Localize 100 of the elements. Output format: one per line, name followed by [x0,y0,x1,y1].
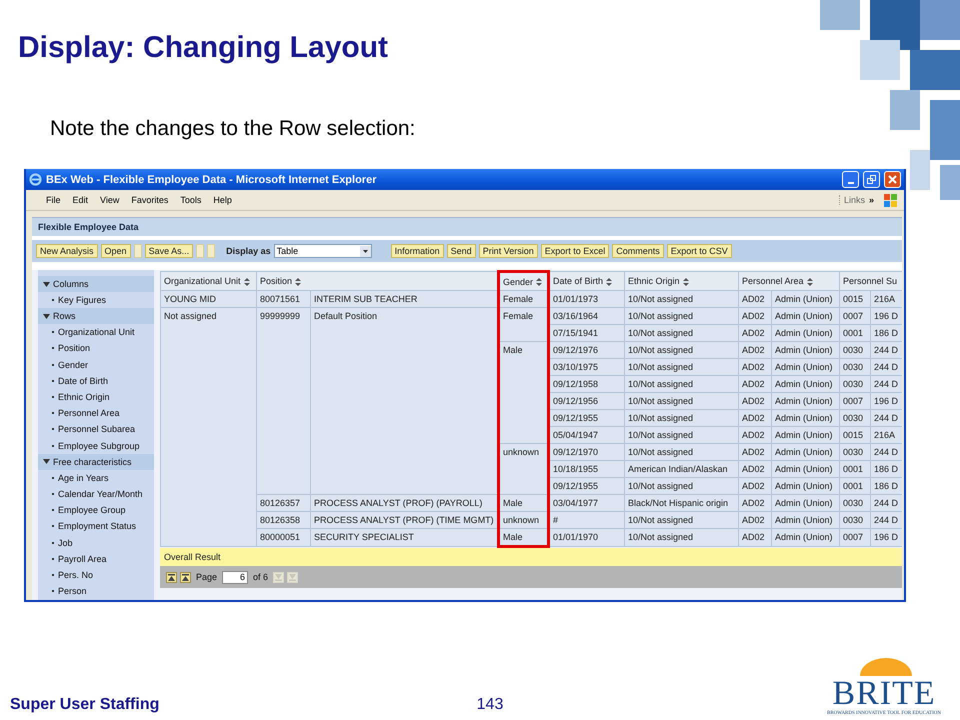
table-cell: 186 D [870,324,902,342]
table-cell: 0001 [840,460,871,478]
window-title: BEx Web - Flexible Employee Data - Microsoft Internet Explorer [46,174,378,186]
table-cell: 03/04/1977 [548,494,624,512]
pager-button[interactable] [180,572,191,582]
table-cell: 10/Not assigned [624,528,738,546]
menu-item[interactable]: Favorites [125,195,174,205]
nav-item[interactable]: Personnel Area [38,405,154,422]
minimize-icon [848,182,854,184]
nav-item[interactable]: Job [38,534,154,551]
column-header[interactable]: Personnel Area [738,272,840,290]
nav-section[interactable]: Rows [38,308,154,324]
sort-icon[interactable] [806,278,813,286]
toolbar-button[interactable]: Information [390,244,444,258]
restore-button[interactable] [863,171,880,188]
column-header[interactable]: Personnel Su [840,272,902,290]
table-cell: AD02 [738,392,772,410]
table-cell: 0030 [840,444,871,460]
menu-item[interactable]: File [40,195,67,205]
column-header[interactable]: Gender [498,272,548,290]
toolbar-button[interactable]: Open [100,244,131,258]
table-cell: Female [498,308,548,342]
nav-item[interactable]: Key Figures [38,292,154,308]
menu-item[interactable]: Help [207,195,238,205]
nav-item[interactable]: Employee Group [38,502,154,518]
nav-item[interactable]: Calendar Year/Month [38,486,154,502]
toolbar-button[interactable]: Export to Excel [540,244,610,258]
nav-item[interactable]: Date of Birth [38,372,154,389]
sort-icon[interactable] [244,278,250,286]
table-cell: Admin (Union) [772,358,840,376]
toolbar-button[interactable]: New Analysis [36,244,98,258]
table-cell: Admin (Union) [772,478,840,494]
sort-icon[interactable] [606,278,612,286]
menu-item[interactable]: Edit [66,195,94,205]
toolbar-button[interactable]: Send [446,244,476,258]
table-cell: 0001 [840,324,871,342]
column-header[interactable]: Position [256,272,498,290]
menu-item[interactable]: View [94,195,126,205]
nav-item[interactable]: Employee Subgroup [38,438,154,454]
table-cell: 0030 [840,494,871,512]
close-icon [888,175,897,184]
column-header[interactable]: Organizational Unit [160,272,256,290]
nav-item[interactable]: Personnel Subarea [38,421,154,438]
table-cell: 01/01/1973 [548,290,624,308]
nav-item[interactable]: Ethnic Origin [38,388,154,406]
toolbar-button[interactable]: Save As... [144,244,194,258]
nav-item[interactable]: Employment Status [38,518,154,534]
table-cell: 0007 [840,392,871,410]
sort-icon[interactable] [682,278,689,286]
menu-item[interactable]: Tools [174,195,208,205]
column-header[interactable]: Date of Birth [548,272,624,290]
browser-logo-icon [29,173,42,186]
table-cell: 10/Not assigned [624,392,738,410]
table-cell: 196 D [870,308,902,324]
table-cell: AD02 [738,444,772,460]
chevron-text[interactable]: » [868,195,874,205]
table-cell: AD02 [738,342,772,358]
sort-icon[interactable] [536,278,542,286]
links-label[interactable]: Links [838,195,869,205]
table-cell: 0015 [840,290,871,308]
table-cell: 0015 [840,426,871,444]
sort-icon[interactable] [295,278,302,286]
table-cell: AD02 [738,290,772,308]
table-cell: 0007 [840,308,871,324]
nav-item[interactable]: Age in Years [38,470,154,486]
display-select[interactable]: Table [274,244,372,258]
table-cell: 10/Not assigned [624,512,738,528]
dropdown-caret-icon [360,246,371,256]
table-cell: 09/12/1970 [548,444,624,460]
table-cell: 10/Not assigned [624,426,738,444]
toolbar-button[interactable]: Comments [612,244,664,258]
nav-item[interactable]: Position [38,340,154,357]
nav-section[interactable]: Free characteristics [38,454,154,470]
minimize-button[interactable] [842,171,859,188]
table-cell: Admin (Union) [772,290,840,308]
table-cell: AD02 [738,528,772,546]
nav-item[interactable]: Person [38,583,154,600]
nav-item[interactable]: Gender [38,356,154,373]
table-cell: 0001 [840,478,871,494]
footer-title: Super User Staffing [10,696,160,714]
nav-section[interactable]: Columns [38,276,154,292]
table-cell: 09/12/1956 [548,392,624,410]
toolbar-button[interactable]: Print Version [478,244,538,258]
pager-button[interactable] [166,572,177,582]
page-input[interactable]: 6 [222,570,248,584]
close-button[interactable] [884,171,901,188]
table-cell: 244 D [870,342,902,358]
table-cell: 09/12/1976 [548,342,624,358]
table-cell: 09/12/1955 [548,410,624,426]
table-cell: 10/Not assigned [624,444,738,460]
nav-item[interactable]: Organizational Unit [38,324,154,340]
table-cell: Admin (Union) [772,426,840,444]
toolbar-button[interactable]: Export to CSV [666,244,732,258]
table-cell: AD02 [738,410,772,426]
nav-item[interactable]: Payroll Area [38,550,154,567]
table-cell: Admin (Union) [772,460,840,478]
table-cell: 244 D [870,376,902,392]
column-header[interactable]: Ethnic Origin [624,272,738,290]
table-cell: 10/Not assigned [624,342,738,358]
nav-item[interactable]: Pers. No [38,566,154,583]
